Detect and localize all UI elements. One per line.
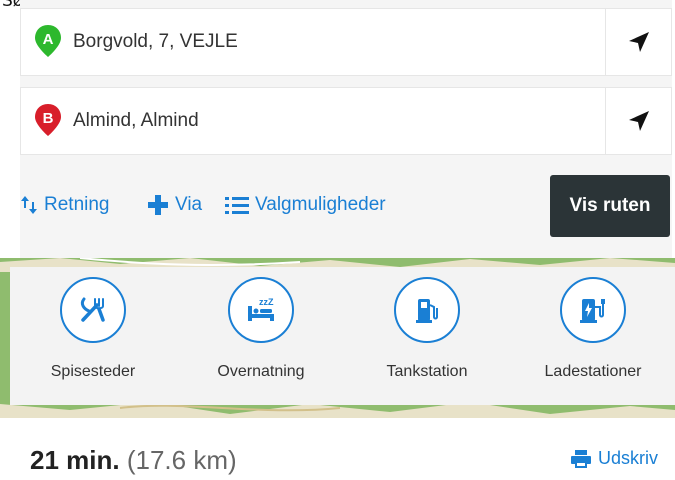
route-actions: Retning [20, 185, 110, 225]
from-field[interactable]: A Borgvold, 7, VEJLE [20, 8, 672, 76]
marker-a-icon: A [33, 24, 63, 58]
from-value[interactable]: Borgvold, 7, VEJLE [73, 9, 238, 75]
print-link[interactable]: Udskriv [570, 448, 658, 469]
poi-fuel-label: Tankstation [386, 363, 468, 380]
show-route-button[interactable]: Vis ruten [550, 175, 670, 237]
plus-icon [148, 195, 168, 215]
to-field[interactable]: B Almind, Almind [20, 87, 672, 155]
to-locate-button[interactable] [605, 88, 671, 154]
swap-direction-icon [21, 196, 37, 214]
direction-label: Retning [44, 194, 110, 215]
locate-arrow-icon [629, 111, 649, 131]
poi-restaurants-circle[interactable] [60, 277, 126, 343]
poi-ev-charging[interactable]: Ladestationer [518, 277, 668, 381]
via-label: Via [175, 194, 203, 215]
direction-link[interactable]: Retning [20, 194, 110, 216]
from-locate-button[interactable] [605, 9, 671, 75]
poi-fuel-circle[interactable] [394, 277, 460, 343]
route-summary: 21 min. (17.6 km) [30, 445, 237, 476]
options-label: Valgmuligheder [255, 194, 386, 215]
locate-arrow-icon [629, 32, 649, 52]
poi-fuel[interactable]: Tankstation [352, 277, 502, 381]
restaurant-icon [80, 297, 105, 322]
printer-icon [571, 449, 591, 468]
to-value[interactable]: Almind, Almind [73, 88, 199, 154]
marker-b-icon: B [33, 103, 63, 137]
route-distance: (17.6 km) [126, 445, 237, 475]
poi-accommodation-circle[interactable]: zzZ [228, 277, 294, 343]
ev-charger-icon [580, 299, 605, 323]
options-link[interactable]: Valgmuligheder [225, 194, 386, 216]
marker-a-letter: A [43, 31, 54, 48]
fuel-pump-icon [416, 299, 438, 323]
route-duration: 21 min. [30, 445, 120, 475]
svg-text:zzZ: zzZ [259, 297, 274, 307]
via-actions: Via [147, 185, 202, 225]
poi-ev-charging-circle[interactable] [560, 277, 626, 343]
poi-bar: Spisesteder zzZ Overnatning Tankstation [10, 267, 675, 405]
poi-restaurants-label: Spisesteder [50, 363, 136, 380]
hotel-bed-icon: zzZ [248, 297, 274, 321]
marker-b-letter: B [43, 110, 54, 127]
poi-restaurants[interactable]: Spisesteder [18, 277, 168, 381]
poi-accommodation[interactable]: zzZ Overnatning [186, 277, 336, 381]
options-actions: Valgmuligheder [225, 185, 386, 225]
list-icon [225, 197, 249, 214]
print-label: Udskriv [598, 448, 659, 468]
poi-accommodation-label: Overnatning [217, 363, 305, 380]
poi-ev-charging-label: Ladestationer [544, 363, 642, 380]
via-link[interactable]: Via [147, 194, 202, 216]
